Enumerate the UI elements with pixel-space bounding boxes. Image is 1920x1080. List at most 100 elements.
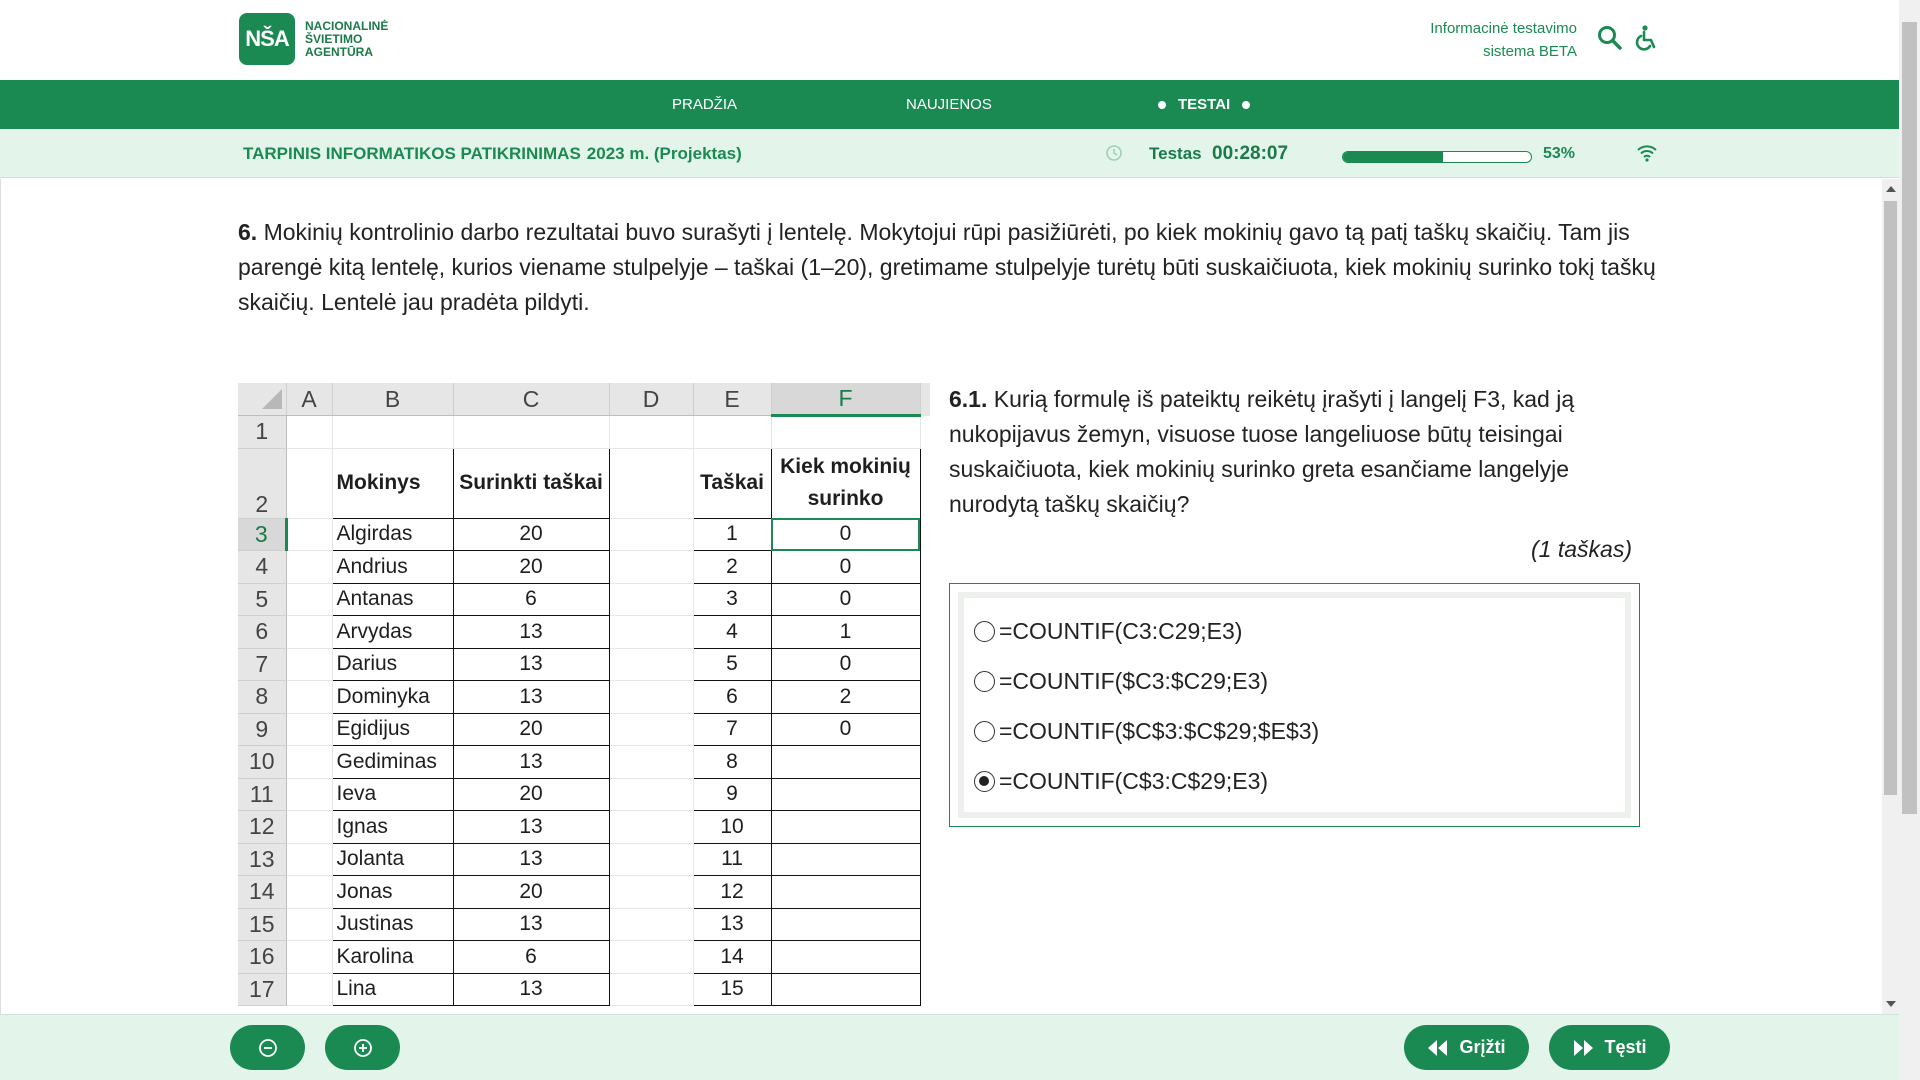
cell-score[interactable]: 2 xyxy=(692,550,772,584)
cell-a[interactable] xyxy=(286,680,333,714)
row-header[interactable]: 9 xyxy=(238,713,287,746)
cell-d[interactable] xyxy=(609,550,694,584)
cell-d[interactable] xyxy=(609,875,694,909)
cell-points[interactable]: 13 xyxy=(452,615,610,649)
nav-item-testai[interactable]: TESTAI xyxy=(1146,80,1262,129)
cell-d[interactable] xyxy=(609,940,694,974)
row-header[interactable]: 15 xyxy=(238,908,287,941)
cell-score[interactable]: 15 xyxy=(692,972,772,1006)
content-scrollbar[interactable] xyxy=(1882,179,1899,1014)
cell-score[interactable]: 11 xyxy=(692,842,772,876)
back-button[interactable]: Grįžti xyxy=(1404,1025,1529,1070)
cell-d[interactable] xyxy=(609,713,694,746)
cell-student-name[interactable]: Dominyka xyxy=(331,680,454,714)
row-header[interactable]: 16 xyxy=(238,940,287,974)
cell-a[interactable] xyxy=(286,875,333,909)
row-header[interactable]: 3 xyxy=(238,518,288,551)
row-header[interactable]: 10 xyxy=(238,745,287,779)
cell-points[interactable]: 13 xyxy=(452,680,610,714)
cell-student-name[interactable]: Karolina xyxy=(331,940,454,974)
cell-score[interactable]: 6 xyxy=(692,680,772,714)
cell-a[interactable] xyxy=(286,810,333,844)
nav-item-naujienos[interactable]: NAUJIENOS xyxy=(906,80,992,129)
cell-points[interactable]: 6 xyxy=(452,940,610,974)
column-header-selected[interactable]: F xyxy=(771,383,921,417)
cell-a[interactable] xyxy=(286,583,333,616)
cell-d[interactable] xyxy=(609,778,694,811)
radio-button[interactable] xyxy=(974,720,995,742)
cell-points[interactable]: 20 xyxy=(452,777,610,811)
cell-a[interactable] xyxy=(286,778,333,811)
cell-student-count[interactable]: 0 xyxy=(770,550,921,584)
answer-option[interactable]: =COUNTIF($C$3:$C$29;$E$3) xyxy=(974,706,1615,756)
cell-student-count[interactable] xyxy=(770,842,921,876)
cell-a[interactable] xyxy=(286,843,333,876)
cell-student-count[interactable]: 1 xyxy=(770,615,921,649)
cell-d[interactable] xyxy=(609,908,694,941)
answer-option[interactable]: =COUNTIF(C3:C29;E3) xyxy=(974,606,1615,656)
row-header[interactable]: 2 xyxy=(238,448,287,519)
cell-score[interactable]: 14 xyxy=(692,940,772,974)
cell-score[interactable]: 12 xyxy=(692,875,772,909)
cell-d[interactable] xyxy=(609,680,694,714)
cell-student-count[interactable] xyxy=(770,875,921,909)
cell-student-count[interactable]: 0 xyxy=(770,712,921,746)
cell-points[interactable]: 6 xyxy=(452,582,610,616)
cell-student-name[interactable]: Arvydas xyxy=(331,615,454,649)
row-header[interactable]: 11 xyxy=(238,778,287,811)
cell-score[interactable]: 7 xyxy=(692,712,772,746)
cell-a[interactable] xyxy=(286,550,333,584)
cell-d[interactable] xyxy=(609,973,694,1006)
window-scrollbar[interactable] xyxy=(1899,0,1920,1080)
scroll-up-arrow[interactable] xyxy=(1886,186,1896,192)
cell-score[interactable]: 5 xyxy=(692,647,772,681)
row-header[interactable]: 12 xyxy=(238,810,287,844)
cell-d[interactable] xyxy=(609,648,694,681)
cell-student-count[interactable] xyxy=(770,907,921,941)
cell-student-name[interactable]: Antanas xyxy=(331,582,454,616)
row-header[interactable]: 13 xyxy=(238,843,287,876)
cell-a[interactable] xyxy=(286,940,333,974)
column-header[interactable]: C xyxy=(453,383,610,416)
row-header[interactable]: 7 xyxy=(238,648,287,681)
cell-score[interactable]: 3 xyxy=(692,582,772,616)
cell-points[interactable]: 20 xyxy=(452,875,610,909)
radio-button[interactable] xyxy=(974,670,995,692)
scrollbar-thumb[interactable] xyxy=(1884,201,1897,795)
cell-student-name[interactable]: Egidijus xyxy=(331,712,454,746)
cell-student-count[interactable] xyxy=(770,777,921,811)
cell-points[interactable]: 13 xyxy=(452,972,610,1006)
row-header[interactable]: 6 xyxy=(238,615,287,649)
cell-student-name[interactable]: Ignas xyxy=(331,810,454,844)
cell-a[interactable] xyxy=(286,713,333,746)
cell-d[interactable] xyxy=(609,843,694,876)
cell-student-count[interactable] xyxy=(770,972,921,1006)
cell-student-name[interactable]: Algirdas xyxy=(331,517,454,551)
answer-option[interactable]: =COUNTIF($C3:$C29;E3) xyxy=(974,656,1615,706)
cell-score[interactable]: 4 xyxy=(692,615,772,649)
cell-student-name[interactable]: Gediminas xyxy=(331,745,454,779)
column-header[interactable]: E xyxy=(693,383,772,416)
nav-item-pradzia[interactable]: PRADŽIA xyxy=(672,80,737,129)
row-header[interactable]: 17 xyxy=(238,973,287,1006)
scroll-down-arrow[interactable] xyxy=(1886,1001,1896,1007)
cell-points[interactable]: 13 xyxy=(452,647,610,681)
cell-student-count[interactable]: 2 xyxy=(770,680,921,714)
nsa-logo[interactable]: NŠA NACIONALINĖ ŠVIETIMO AGENTŪRA xyxy=(239,13,388,65)
window-scrollbar-thumb[interactable] xyxy=(1902,22,1917,814)
cell-a[interactable] xyxy=(286,648,333,681)
row-header[interactable]: 8 xyxy=(238,680,287,714)
cell-student-name[interactable]: Lina xyxy=(331,972,454,1006)
cell-score[interactable]: 10 xyxy=(692,810,772,844)
cell-student-name[interactable]: Jolanta xyxy=(331,842,454,876)
cell-d[interactable] xyxy=(609,810,694,844)
accessibility-icon[interactable] xyxy=(1632,24,1660,52)
row-header[interactable]: 1 xyxy=(238,415,287,449)
radio-button[interactable] xyxy=(974,620,995,642)
column-header[interactable]: A xyxy=(286,383,333,416)
cell-student-count[interactable]: 0 xyxy=(770,582,921,616)
row-header[interactable]: 5 xyxy=(238,583,287,616)
cell-a[interactable] xyxy=(286,973,333,1006)
cell-student-count[interactable] xyxy=(770,810,921,844)
cell-d[interactable] xyxy=(609,583,694,616)
